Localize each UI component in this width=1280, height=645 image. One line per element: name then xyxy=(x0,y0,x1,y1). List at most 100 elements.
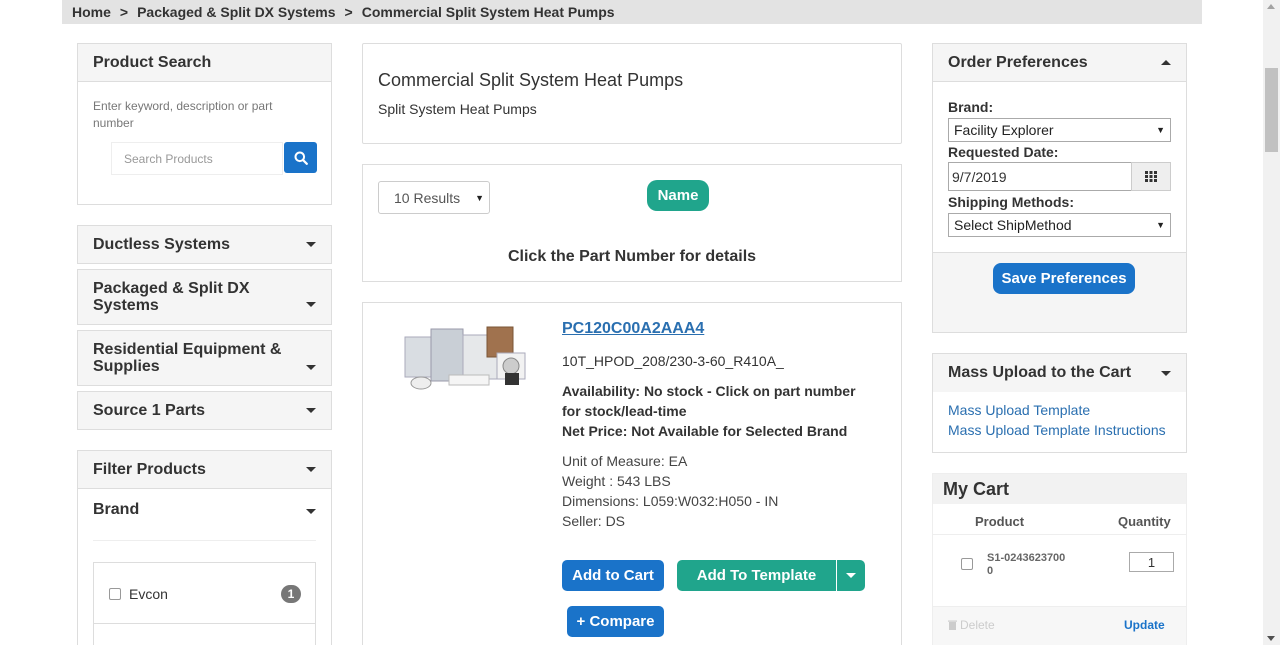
breadcrumb-home[interactable]: Home xyxy=(72,4,111,20)
breadcrumb-current: Commercial Split System Heat Pumps xyxy=(361,4,615,20)
brand-label: Brand: xyxy=(948,99,994,115)
brand-option-evcon[interactable]: Evcon 1 xyxy=(109,585,301,603)
category-packaged-split[interactable]: Packaged & Split DX Systems xyxy=(77,269,332,325)
compare-button[interactable]: + Compare xyxy=(567,606,664,637)
page: Home > Packaged & Split DX Systems > Com… xyxy=(0,0,1280,645)
product-search-panel: Product Search Enter keyword, descriptio… xyxy=(77,43,332,205)
net-price-text: Net Price: Not Available for Selected Br… xyxy=(562,423,848,439)
add-to-template-button[interactable]: Add To Template xyxy=(677,560,836,591)
chevron-down-icon xyxy=(846,573,856,578)
category-residential[interactable]: Residential Equipment & Supplies xyxy=(77,330,332,386)
add-to-cart-button[interactable]: Add to Cart xyxy=(562,560,664,591)
category-label: Ductless Systems xyxy=(93,236,230,253)
compare-label: + Compare xyxy=(576,613,655,630)
brand-count-badge: 1 xyxy=(281,585,301,603)
results-bar: 10 Results ▼ Name Click the Part Number … xyxy=(362,164,902,282)
delete-button[interactable]: Delete xyxy=(948,618,995,632)
filter-products-header[interactable]: Filter Products xyxy=(78,451,331,489)
shipping-method-value: Select ShipMethod xyxy=(954,217,1072,233)
brand-select[interactable]: Facility Explorer ▼ xyxy=(948,118,1171,142)
product-specs: Unit of Measure: EA Weight : 543 LBS Dim… xyxy=(562,451,778,531)
brand-list: Evcon 1 xyxy=(93,562,316,645)
chevron-down-icon xyxy=(306,408,316,413)
divider xyxy=(933,534,1186,535)
product-search-title: Product Search xyxy=(93,53,212,71)
sort-name-button[interactable]: Name xyxy=(647,180,709,211)
results-per-page-select[interactable]: 10 Results ▼ xyxy=(378,181,490,214)
product-description: 10T_HPOD_208/230-3-60_R410A_ xyxy=(562,353,784,369)
breadcrumb-separator: > xyxy=(119,4,129,20)
results-per-page-value: 10 Results xyxy=(394,189,461,206)
category-label: Source 1 Parts xyxy=(93,402,206,419)
availability-text: Availability: No stock - Click on part n… xyxy=(562,383,856,419)
update-button[interactable]: Update xyxy=(1124,618,1165,632)
cart-item-checkbox[interactable] xyxy=(961,558,973,570)
order-preferences-header[interactable]: Order Preferences xyxy=(933,44,1186,82)
requested-date-value: 9/7/2019 xyxy=(952,168,1007,185)
filter-products-title: Filter Products xyxy=(93,460,206,478)
scrollbar-thumb[interactable] xyxy=(1265,68,1278,152)
category-ductless[interactable]: Ductless Systems xyxy=(77,225,332,264)
my-cart-header: My Cart xyxy=(933,474,1186,504)
sort-name-label: Name xyxy=(657,187,699,204)
save-preferences-button[interactable]: Save Preferences xyxy=(993,263,1135,294)
category-source1[interactable]: Source 1 Parts xyxy=(77,391,332,430)
cart-col-quantity: Quantity xyxy=(1118,514,1171,529)
add-to-cart-label: Add to Cart xyxy=(572,567,654,584)
add-to-template-label: Add To Template xyxy=(696,567,817,584)
cart-col-product: Product xyxy=(975,514,1025,529)
add-to-template-dropdown[interactable] xyxy=(837,560,865,591)
category-subtitle: Split System Heat Pumps xyxy=(378,101,537,117)
my-cart-title: My Cart xyxy=(943,478,1010,499)
chevron-down-icon xyxy=(306,302,316,307)
brand-filter-header[interactable]: Brand xyxy=(93,501,316,541)
cart-item-quantity-input[interactable]: 1 xyxy=(1129,552,1174,572)
scroll-up-arrow-icon[interactable] xyxy=(1267,4,1275,9)
mass-upload-body: Mass Upload Template Mass Upload Templat… xyxy=(933,392,1186,452)
cart-footer: Delete Update xyxy=(933,606,1186,645)
product-card: PC120C00A2AAA4 10T_HPOD_208/230-3-60_R41… xyxy=(362,302,902,645)
mass-upload-instructions-link[interactable]: Mass Upload Template Instructions xyxy=(948,422,1166,438)
search-input[interactable]: Search Products xyxy=(111,142,283,175)
chevron-down-icon xyxy=(1161,370,1171,376)
product-search-header: Product Search xyxy=(78,44,331,82)
product-image[interactable] xyxy=(401,317,531,393)
dropdown-arrow-icon: ▼ xyxy=(1156,220,1165,230)
brand-filter-title: Brand xyxy=(93,501,140,518)
cart-row: S1-02436237000 1 xyxy=(933,536,1186,606)
chevron-down-icon xyxy=(306,467,316,472)
requested-date-input[interactable]: 9/7/2019 xyxy=(948,162,1132,191)
calendar-button[interactable] xyxy=(1131,162,1171,191)
mass-upload-template-link[interactable]: Mass Upload Template xyxy=(948,402,1090,418)
dropdown-arrow-icon: ▼ xyxy=(475,192,484,203)
page-scrollbar[interactable] xyxy=(1263,0,1280,645)
save-preferences-label: Save Preferences xyxy=(1001,270,1127,287)
chevron-up-icon xyxy=(1161,60,1171,65)
mass-upload-title: Mass Upload to the Cart xyxy=(948,364,1132,381)
category-label: Packaged & Split DX Systems xyxy=(93,280,250,314)
category-header-panel: Commercial Split System Heat Pumps Split… xyxy=(362,43,902,144)
divider xyxy=(94,623,315,624)
scroll-down-arrow-icon[interactable] xyxy=(1267,636,1275,641)
requested-date-label: Requested Date: xyxy=(948,144,1059,160)
breadcrumb-packaged-split[interactable]: Packaged & Split DX Systems xyxy=(137,4,335,20)
unit-of-measure: Unit of Measure: EA xyxy=(562,453,688,469)
order-preferences-title: Order Preferences xyxy=(948,53,1088,71)
chevron-down-icon xyxy=(306,242,316,247)
category-title: Commercial Split System Heat Pumps xyxy=(378,70,684,90)
search-icon xyxy=(294,151,308,165)
part-number-link[interactable]: PC120C00A2AAA4 xyxy=(562,320,704,338)
calendar-icon xyxy=(1145,171,1157,182)
chevron-down-icon xyxy=(306,509,316,514)
delete-label: Delete xyxy=(960,618,995,632)
brand-select-value: Facility Explorer xyxy=(954,122,1054,138)
search-button[interactable] xyxy=(284,142,317,173)
trash-icon xyxy=(948,620,957,630)
chevron-down-icon xyxy=(306,365,316,370)
mass-upload-header[interactable]: Mass Upload to the Cart xyxy=(933,354,1186,392)
shipping-method-select[interactable]: Select ShipMethod ▼ xyxy=(948,213,1171,237)
breadcrumb-separator: > xyxy=(344,4,353,20)
dropdown-arrow-icon: ▼ xyxy=(1156,125,1165,135)
dimensions: Dimensions: L059:W032:H050 - IN xyxy=(562,493,779,509)
brand-checkbox[interactable] xyxy=(109,588,121,600)
